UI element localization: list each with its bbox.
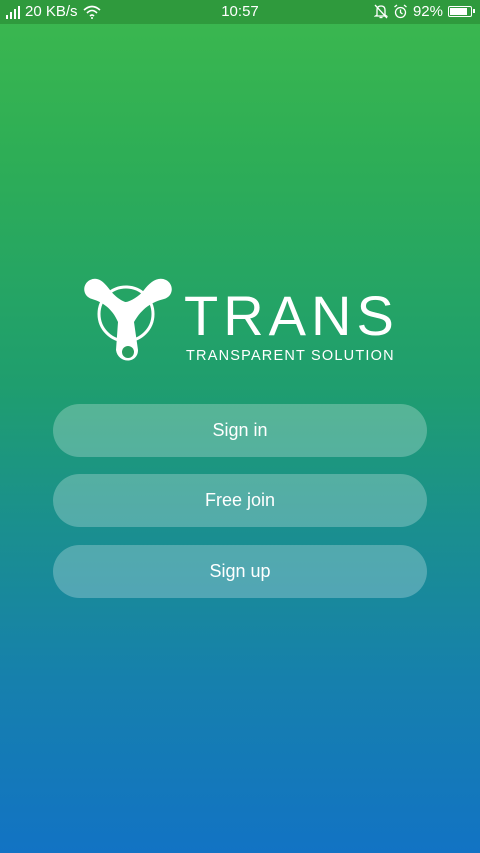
status-bar: 20 KB/s 10:57 92% (0, 0, 480, 24)
sign-in-button[interactable]: Sign in (53, 404, 427, 457)
trans-logo-icon (84, 278, 172, 361)
app-logo: TRANS TRANSPARENT SOLUTION (78, 272, 408, 372)
logo-subtitle: TRANSPARENT SOLUTION (186, 348, 395, 364)
alarm-icon (394, 4, 407, 19)
logo-title: TRANS (184, 284, 399, 347)
sign-up-button[interactable]: Sign up (53, 545, 427, 598)
notification-off-icon (373, 4, 388, 19)
welcome-screen: 20 KB/s 10:57 92% TRANS TRANSPARENT SOLU… (0, 0, 480, 853)
free-join-button[interactable]: Free join (53, 474, 427, 527)
battery-fill (450, 8, 468, 15)
battery-percent: 92% (412, 3, 443, 20)
battery-icon (448, 6, 475, 17)
status-right: 92% (373, 3, 475, 20)
